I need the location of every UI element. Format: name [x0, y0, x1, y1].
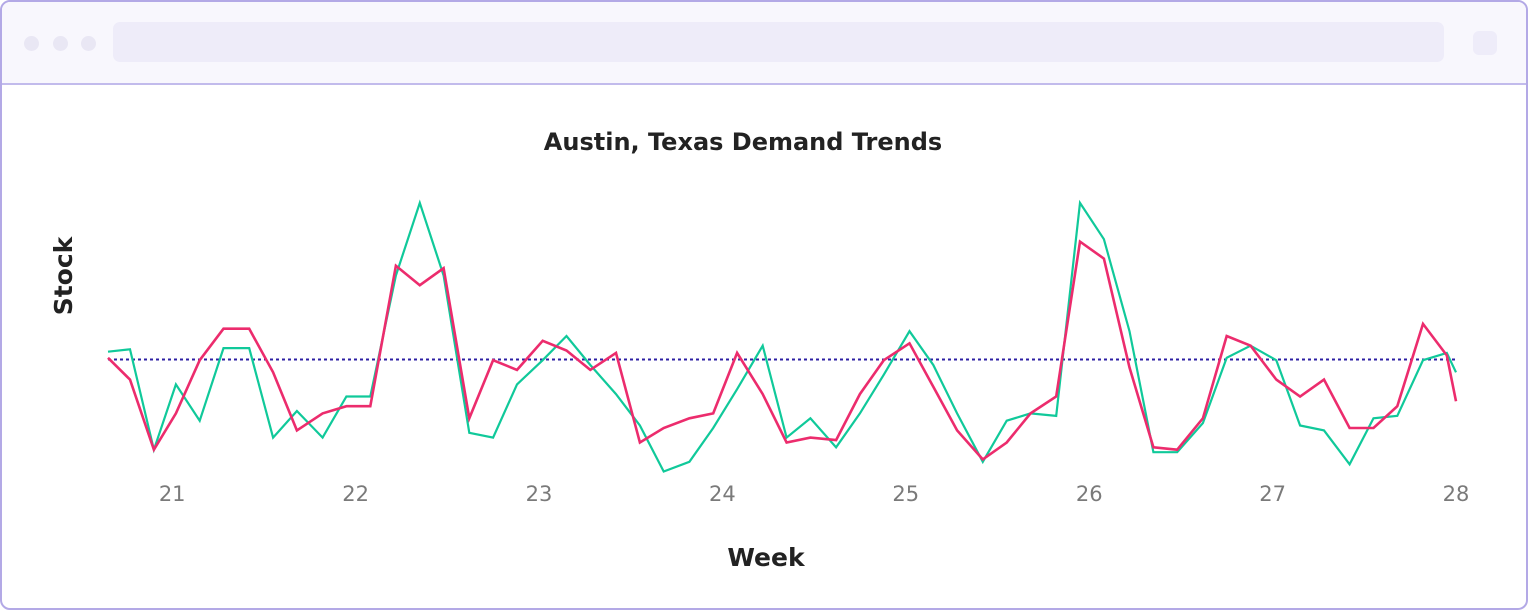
- x-tick-label: 21: [159, 482, 186, 506]
- x-tick-label: 22: [342, 482, 369, 506]
- x-tick-label: 24: [709, 482, 736, 506]
- address-bar[interactable]: [113, 22, 1444, 62]
- series-group: [107, 199, 1458, 473]
- x-tick-label: 27: [1259, 482, 1286, 506]
- x-axis-ticks: 21 22 23 24 25 26 27 28: [159, 482, 1470, 506]
- maximize-window-dot[interactable]: [81, 36, 96, 51]
- line-chart: Austin, Texas Demand Trends Stock Week 2…: [49, 128, 1470, 572]
- x-tick-label: 26: [1076, 482, 1103, 506]
- minimize-window-dot[interactable]: [53, 36, 68, 51]
- y-axis-label: Stock: [49, 235, 78, 315]
- x-tick-label: 25: [892, 482, 919, 506]
- chart-title: Austin, Texas Demand Trends: [544, 128, 942, 156]
- x-tick-label: 28: [1443, 482, 1470, 506]
- browser-window: Austin, Texas Demand Trends Stock Week 2…: [0, 0, 1528, 610]
- series-line-2: [107, 239, 1458, 462]
- window-titlebar: [2, 2, 1526, 85]
- close-window-dot[interactable]: [24, 36, 39, 51]
- extension-button[interactable]: [1473, 31, 1497, 55]
- x-axis-label: Week: [727, 543, 806, 572]
- x-tick-label: 23: [526, 482, 553, 506]
